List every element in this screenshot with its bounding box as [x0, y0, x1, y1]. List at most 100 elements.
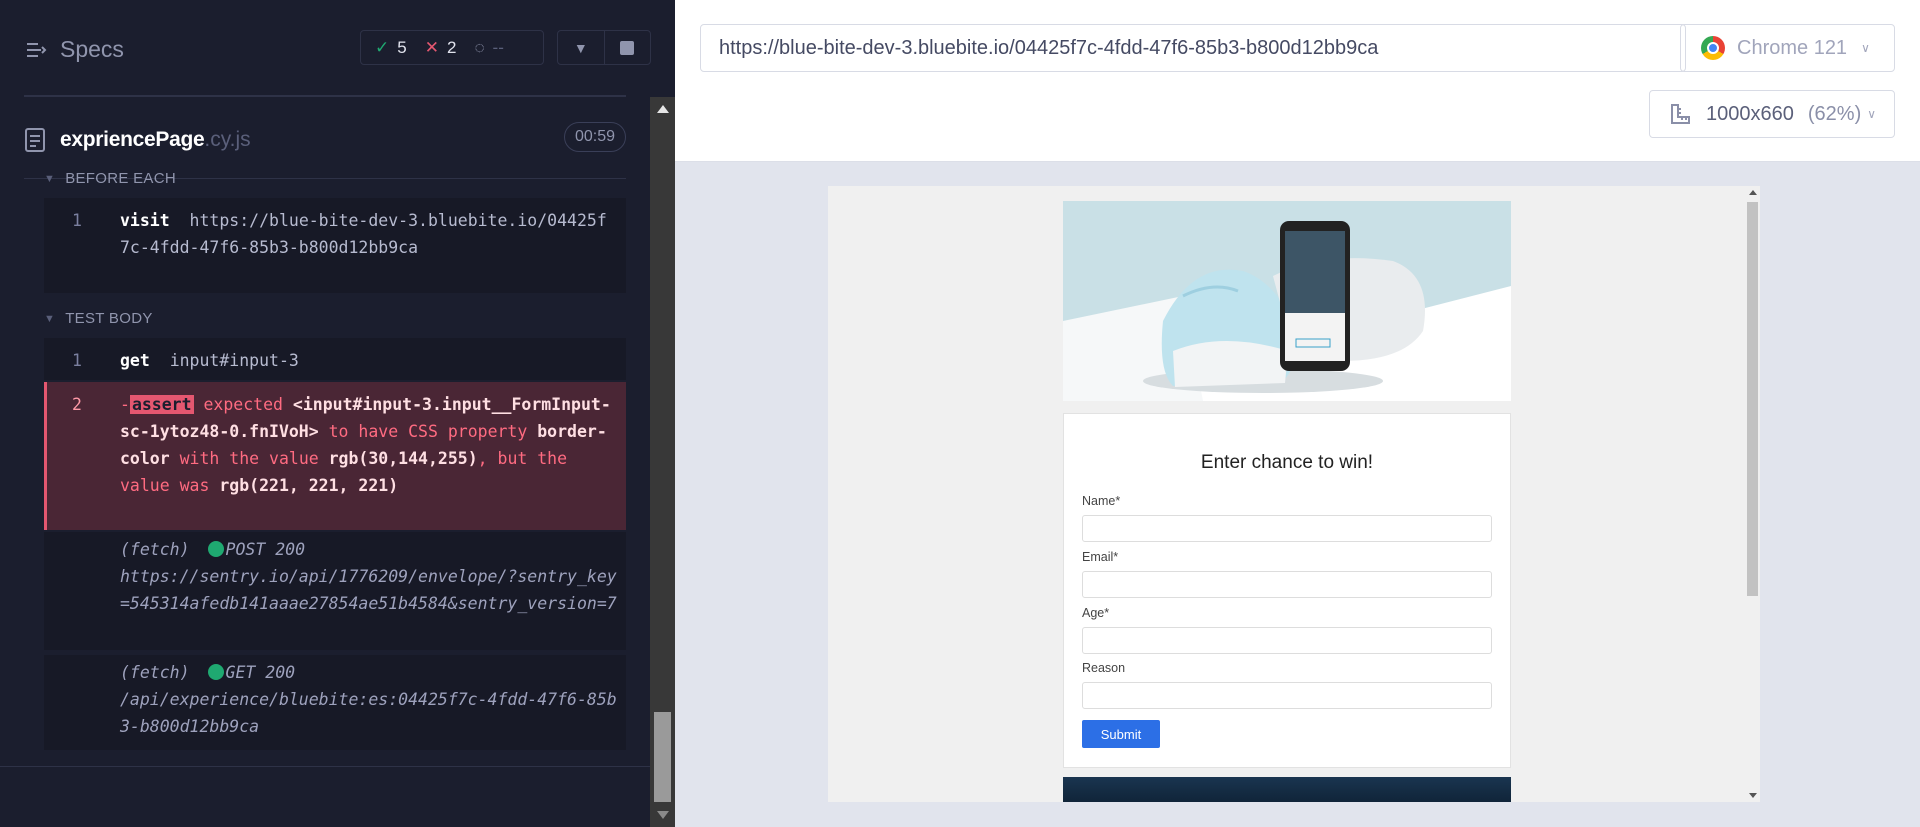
run-controls: ▼: [557, 30, 651, 65]
before-each-hook[interactable]: ▼ BEFORE EACH: [44, 170, 176, 187]
app-preview-panel: https://blue-bite-dev-3.bluebite.io/0442…: [675, 0, 1920, 827]
stop-icon: [620, 40, 635, 55]
browser-label: Chrome 121: [1737, 36, 1848, 59]
command-assert-failed[interactable]: 2 - assert expected <input#input-3.input_…: [44, 382, 626, 530]
viewport-size: 1000x660: [1706, 102, 1794, 125]
command-list: ▼ BEFORE EACH 1 visit https://blue-bite-…: [44, 170, 626, 750]
command-log-scrollbar[interactable]: [650, 97, 675, 827]
pending-count: --: [492, 37, 504, 57]
command-index: 1: [72, 211, 82, 230]
passed-stat: ✓ 5: [375, 38, 407, 58]
assert-actual-value: rgb(221, 221, 221): [219, 476, 399, 495]
spec-duration: 00:59: [563, 122, 626, 152]
fetch-method-status: POST 200: [225, 540, 306, 559]
sneaker-phone-illustration: [1063, 201, 1511, 401]
reason-label: Reason: [1082, 661, 1126, 675]
hook-label: BEFORE EACH: [65, 170, 177, 187]
command-message: https://blue-bite-dev-3.bluebite.io/0442…: [120, 211, 607, 257]
spec-file-name: expriencePage: [60, 128, 205, 151]
specs-toggle-button[interactable]: Specs: [24, 36, 124, 63]
command-body: visit https://blue-bite-dev-3.bluebite.i…: [120, 207, 616, 261]
command-body: get input#input-3: [120, 347, 616, 374]
assert-with-value: with the value: [179, 449, 319, 468]
scroll-up-arrow-icon[interactable]: [1749, 190, 1757, 195]
spec-file-ext: .cy.js: [204, 128, 251, 151]
hero-image: [1063, 201, 1511, 401]
fetch-log-post[interactable]: (fetch) POST 200 https://sentry.io/api/17…: [44, 532, 626, 650]
command-name: visit: [120, 211, 170, 230]
aut-iframe: Enter chance to win! Name* Email* Age* R…: [828, 186, 1760, 802]
chevron-down-icon: ∨: [1867, 107, 1877, 121]
ruler-icon: [1671, 104, 1690, 124]
check-icon: ✓: [375, 37, 390, 57]
scroll-up-arrow-icon[interactable]: [657, 105, 669, 113]
x-icon: ✕: [424, 37, 439, 57]
status-success-dot: [207, 541, 224, 557]
command-name: get: [120, 351, 150, 370]
command-get[interactable]: 1 get input#input-3: [44, 338, 626, 380]
chevron-down-icon: ▼: [44, 172, 56, 185]
command-visit[interactable]: 1 visit https://blue-bite-dev-3.bluebite…: [44, 198, 626, 293]
name-field[interactable]: [1082, 515, 1492, 542]
chevron-down-icon: ▼: [573, 39, 588, 56]
hook-label: TEST BODY: [65, 310, 153, 327]
fetch-body: (fetch) GET 200 /api/experience/bluebite:…: [120, 659, 618, 740]
aut-scrollbar-thumb[interactable]: [1747, 202, 1758, 596]
url-bar[interactable]: https://blue-bite-dev-3.bluebite.io/0442…: [700, 24, 1686, 72]
command-log-panel: Specs ✓ 5 ✕ 2 ◌ -- ▼ expriencePage .cy.j…: [0, 0, 675, 827]
command-message: input#input-3: [169, 351, 299, 370]
specs-label: Specs: [60, 36, 124, 62]
fetch-url: /api/experience/bluebite:es:04425f7c-4fd…: [120, 690, 617, 736]
scroll-down-arrow-icon[interactable]: [657, 811, 669, 819]
entry-form: Enter chance to win! Name* Email* Age* R…: [1063, 413, 1511, 768]
fetch-log-get[interactable]: (fetch) GET 200 /api/experience/bluebite:…: [44, 655, 626, 750]
chrome-icon: [1701, 36, 1725, 60]
test-body-hook[interactable]: ▼ TEST BODY: [44, 310, 153, 327]
passed-count: 5: [397, 37, 407, 57]
fetch-url: https://sentry.io/api/1776209/envelope/?…: [120, 567, 617, 613]
browser-selector[interactable]: Chrome 121 ∨: [1680, 24, 1895, 72]
fetch-type: (fetch): [120, 663, 190, 682]
specs-list-icon: [27, 42, 47, 57]
submit-button[interactable]: Submit: [1082, 720, 1160, 748]
scrollbar-thumb[interactable]: [654, 712, 671, 802]
assert-to-have: to have CSS property: [328, 422, 528, 441]
preview-toolbar: https://blue-bite-dev-3.bluebite.io/0442…: [675, 0, 1920, 162]
email-field[interactable]: [1082, 571, 1492, 598]
failed-count: 2: [446, 37, 457, 57]
viewport-info-button[interactable]: 1000x660 (62%) ∨: [1649, 90, 1895, 138]
reporter-footer-divider: [0, 766, 650, 767]
document-icon: [25, 128, 45, 152]
chevron-down-icon: ▼: [44, 312, 56, 325]
reason-field[interactable]: [1082, 682, 1492, 709]
status-success-dot: [207, 664, 224, 680]
command-index: 1: [72, 351, 82, 370]
assert-prefix: -: [120, 395, 130, 414]
fetch-type: (fetch): [120, 540, 190, 559]
failed-stat: ✕ 2: [425, 38, 457, 58]
header-divider: [24, 95, 626, 97]
fetch-body: (fetch) POST 200 https://sentry.io/api/17…: [120, 536, 618, 617]
reporter-header: Specs ✓ 5 ✕ 2 ◌ -- ▼: [0, 0, 651, 97]
scroll-down-arrow-icon[interactable]: [1749, 793, 1757, 798]
pending-stat: ◌ --: [474, 38, 503, 58]
chevron-down-icon: ∨: [1861, 41, 1870, 55]
age-field[interactable]: [1082, 627, 1492, 654]
assert-badge: assert: [129, 395, 194, 414]
fetch-method-status: GET 200: [225, 663, 296, 682]
url-text: https://blue-bite-dev-3.bluebite.io/0442…: [719, 36, 1379, 59]
assert-expected-word: expected: [203, 395, 283, 414]
email-label: Email*: [1082, 550, 1119, 564]
test-stats: ✓ 5 ✕ 2 ◌ --: [360, 30, 544, 65]
form-title: Enter chance to win!: [1200, 452, 1374, 473]
collapse-all-button[interactable]: ▼: [558, 31, 604, 64]
spec-file-header[interactable]: expriencePage .cy.js 00:59: [24, 120, 626, 160]
pending-spinner-icon: ◌: [474, 37, 485, 57]
command-index: 2: [72, 395, 82, 414]
name-label: Name*: [1082, 494, 1121, 508]
aut-scrollbar[interactable]: [1745, 186, 1760, 802]
stop-button[interactable]: [603, 31, 651, 64]
age-label: Age*: [1082, 606, 1110, 620]
command-body: - assert expected <input#input-3.input__F…: [120, 391, 616, 499]
ocean-banner-image: [1063, 777, 1511, 802]
